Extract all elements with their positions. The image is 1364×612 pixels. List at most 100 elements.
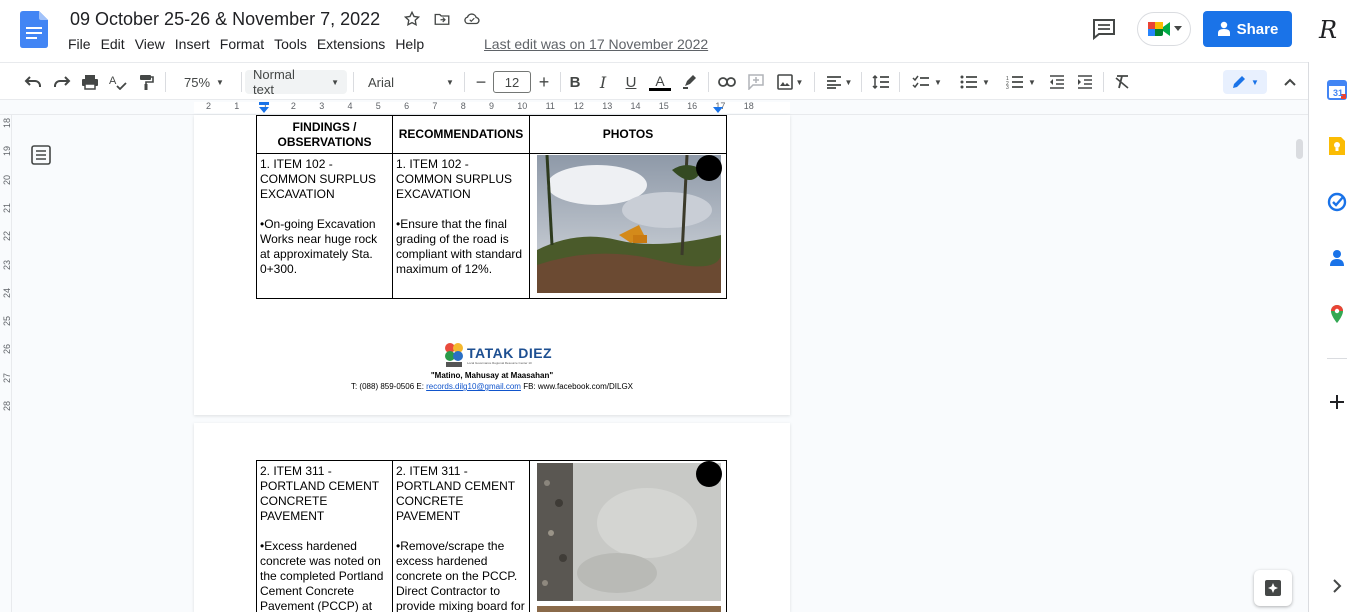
text-color-button[interactable]: A	[648, 70, 672, 94]
recommendation-cell[interactable]: 2. ITEM 311 - PORTLAND CEMENT CONCRETE P…	[392, 460, 530, 612]
meet-button[interactable]	[1137, 12, 1191, 46]
chevron-down-icon: ▼	[795, 77, 804, 87]
contacts-icon[interactable]	[1327, 248, 1347, 268]
keep-icon[interactable]	[1327, 136, 1347, 156]
print-icon	[82, 75, 98, 90]
font-size-input-wrap: 12	[493, 70, 531, 94]
highlight-color-button[interactable]	[679, 70, 701, 94]
toolbar-separator	[165, 72, 166, 92]
increase-indent-button[interactable]	[1074, 70, 1096, 94]
numbered-list-icon: 123	[1006, 76, 1024, 89]
docs-logo-icon[interactable]	[20, 11, 48, 48]
finding-cell[interactable]: 1. ITEM 102 - COMMON SURPLUS EXCAVATION …	[256, 153, 393, 299]
chevron-right-icon[interactable]	[1327, 576, 1347, 596]
share-button[interactable]: Share	[1203, 11, 1292, 47]
paint-format-button[interactable]	[135, 70, 157, 94]
menu-help[interactable]: Help	[395, 36, 434, 52]
document-page-1[interactable]: FINDINGS / OBSERVATIONS RECOMMENDATIONS …	[194, 115, 790, 415]
ruler-tick-label: 3	[319, 101, 325, 111]
collapse-menus-button[interactable]	[1279, 70, 1301, 94]
concrete-pavement-photo[interactable]	[537, 463, 721, 601]
undo-button[interactable]	[22, 70, 44, 94]
cloud-status-icon[interactable]	[462, 9, 482, 29]
menu-bar: File Edit View Insert Format Tools Exten…	[68, 36, 434, 52]
tatak-diez-logo: TATAK DIEZ Local Governance Regional Res…	[444, 342, 552, 368]
decrease-indent-button[interactable]	[1046, 70, 1068, 94]
print-button[interactable]	[79, 70, 101, 94]
right-indent-marker[interactable]	[712, 102, 724, 114]
insert-link-button[interactable]	[716, 70, 738, 94]
bold-button[interactable]: B	[564, 70, 586, 94]
svg-text:31: 31	[1333, 88, 1343, 98]
next-photo-edge	[537, 606, 721, 612]
recommendation-title: 1. ITEM 102 - COMMON SURPLUS EXCAVATION	[396, 157, 513, 201]
left-indent-marker[interactable]	[258, 102, 270, 114]
menu-insert[interactable]: Insert	[175, 36, 220, 52]
tasks-icon[interactable]	[1327, 192, 1347, 212]
numbered-list-button[interactable]: 123 ▼	[1001, 70, 1041, 94]
header-recommendations: RECOMMENDATIONS	[392, 115, 530, 154]
spellcheck-button[interactable]: A	[107, 70, 129, 94]
decrease-font-size-button[interactable]: −	[470, 70, 492, 94]
horizontal-ruler[interactable]: 2 1 1 2 3 4 5 6 7 8 9 10 11 12 13 14 15 16 17 18	[0, 100, 1308, 115]
recommendation-body: •Remove/scrape the excess hardened concr…	[396, 539, 525, 612]
toolbar-separator	[1103, 72, 1104, 92]
checklist-button[interactable]: ▼	[907, 70, 947, 94]
scrollbar-thumb[interactable]	[1296, 139, 1303, 159]
header-findings: FINDINGS / OBSERVATIONS	[256, 115, 393, 154]
line-spacing-button[interactable]	[870, 70, 892, 94]
chevron-down-icon: ▼	[844, 77, 853, 87]
align-button[interactable]: ▼	[823, 70, 855, 94]
vertical-ruler-tick-label: 24	[2, 287, 12, 298]
font-size-input[interactable]: 12	[493, 71, 531, 93]
ruler-tick-label: 15	[658, 101, 669, 111]
increase-font-size-button[interactable]: +	[533, 70, 555, 94]
excavation-photo[interactable]	[537, 155, 721, 293]
add-comment-button[interactable]	[745, 70, 767, 94]
italic-icon: I	[599, 72, 607, 92]
insert-image-button[interactable]: ▼	[773, 70, 807, 94]
undo-icon	[24, 76, 41, 87]
footer-motto: "Matino, Mahusay at Maasahan"	[430, 371, 554, 380]
document-page-2[interactable]: 2. ITEM 311 - PORTLAND CEMENT CONCRETE P…	[194, 423, 790, 612]
bulleted-list-button[interactable]: ▼	[955, 70, 995, 94]
add-addon-icon[interactable]	[1327, 392, 1347, 412]
underline-button[interactable]: U	[620, 70, 642, 94]
menu-extensions[interactable]: Extensions	[317, 36, 395, 52]
ruler-tick-label: 2	[206, 101, 212, 111]
vertical-ruler[interactable]: 18 19 20 21 22 23 24 25 26 27 28	[0, 115, 12, 612]
menu-tools[interactable]: Tools	[274, 36, 317, 52]
redo-button[interactable]	[51, 70, 73, 94]
menu-view[interactable]: View	[135, 36, 175, 52]
contact-email-link[interactable]: records.dilg10@gmail.com	[426, 382, 521, 391]
pencil-icon	[1233, 76, 1246, 88]
menu-file[interactable]: File	[68, 36, 101, 52]
recommendation-body: •Ensure that the final grading of the ro…	[396, 217, 523, 276]
move-folder-icon[interactable]	[432, 9, 452, 29]
paragraph-style-select[interactable]: Normal text ▼	[245, 67, 347, 97]
last-edit-link[interactable]: Last edit was on 17 November 2022	[484, 36, 708, 52]
document-outline-icon[interactable]	[31, 145, 51, 165]
editing-mode-button[interactable]: ▼	[1223, 70, 1267, 94]
document-title[interactable]: 09 October 25-26 & November 7, 2022	[70, 9, 380, 30]
menu-format[interactable]: Format	[220, 36, 274, 52]
vertical-ruler-tick-label: 23	[2, 259, 12, 270]
lock-person-icon	[1217, 21, 1230, 36]
clear-formatting-button[interactable]	[1111, 70, 1133, 94]
account-avatar[interactable]: R	[1312, 14, 1344, 46]
explore-button[interactable]	[1254, 570, 1292, 606]
maps-icon[interactable]	[1327, 304, 1347, 324]
font-family-select[interactable]: Arial ▼	[360, 70, 460, 94]
comment-history-icon[interactable]	[1090, 16, 1118, 42]
recommendation-cell[interactable]: 1. ITEM 102 - COMMON SURPLUS EXCAVATION …	[392, 153, 530, 299]
star-icon[interactable]	[402, 9, 422, 29]
toolbar-separator	[560, 72, 561, 92]
decrease-indent-icon	[1050, 75, 1064, 89]
zoom-select[interactable]: 75% ▼	[172, 70, 236, 94]
ruler-tick-label: 10	[517, 101, 528, 111]
italic-button[interactable]: I	[592, 70, 614, 94]
finding-cell[interactable]: 2. ITEM 311 - PORTLAND CEMENT CONCRETE P…	[256, 460, 393, 612]
ruler-tick-label: 11	[545, 101, 555, 111]
menu-edit[interactable]: Edit	[101, 36, 135, 52]
calendar-icon[interactable]: 31	[1327, 80, 1347, 100]
